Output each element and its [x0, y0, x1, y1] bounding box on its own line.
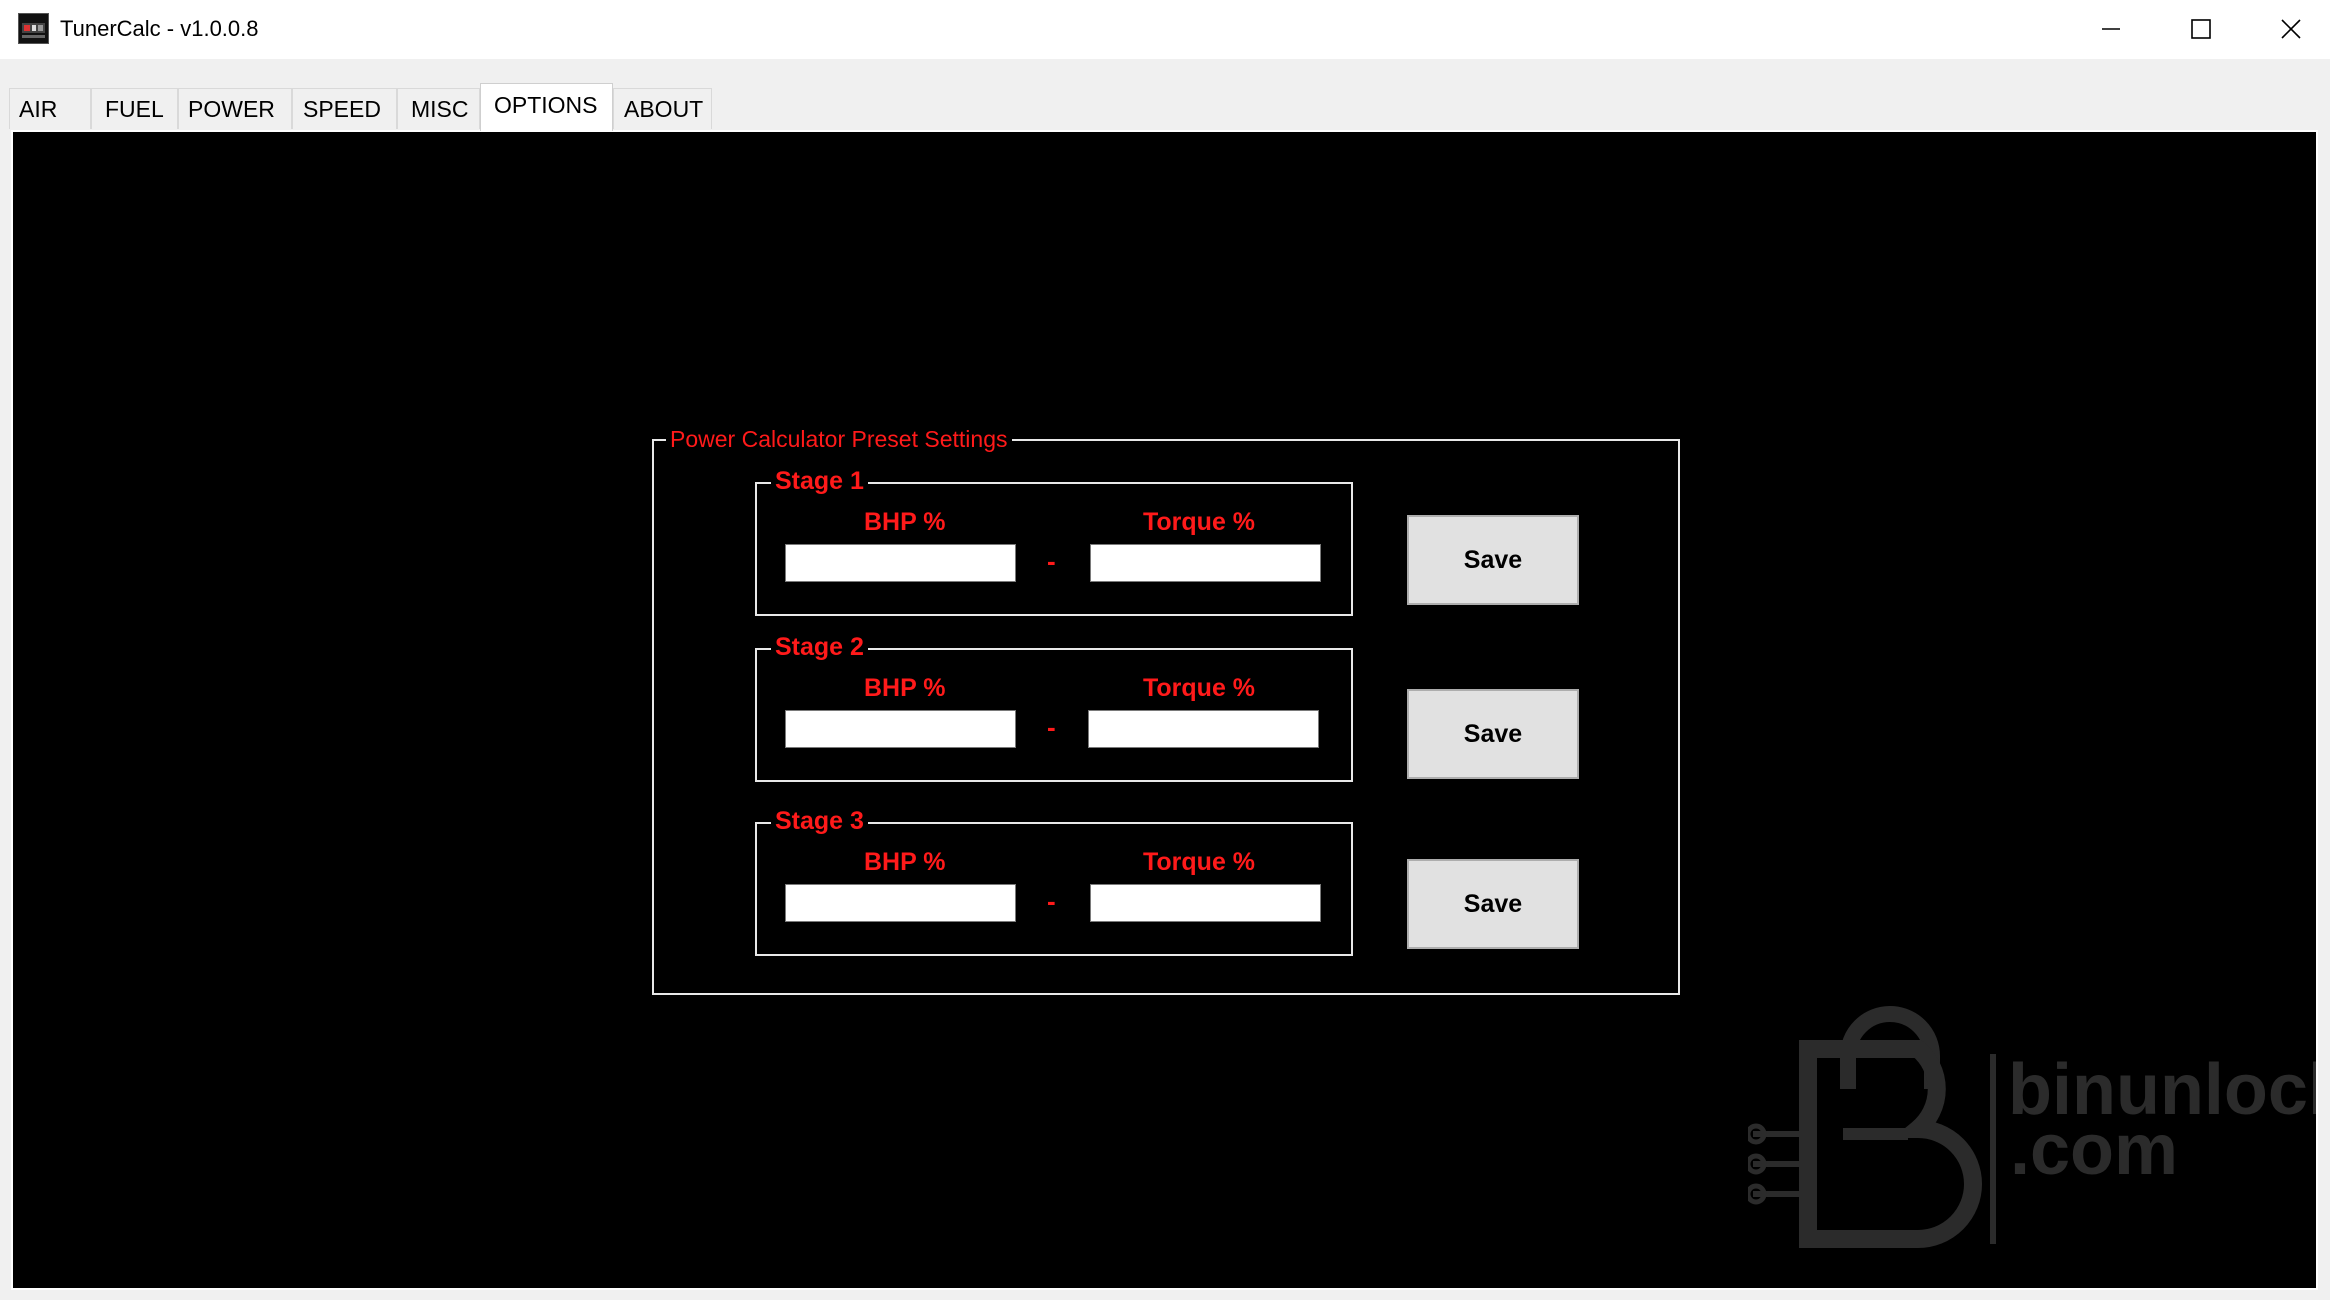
stage-title: Stage 3: [771, 806, 868, 836]
separator: -: [1047, 546, 1056, 576]
watermark-text-2: .com: [2010, 1110, 2179, 1190]
close-button[interactable]: [2246, 0, 2330, 57]
torque-label: Torque %: [1143, 508, 1256, 536]
binunlock-watermark: binunlock .com: [1748, 994, 2316, 1288]
separator: -: [1047, 886, 1056, 916]
stage-2-save-button[interactable]: Save: [1407, 689, 1579, 779]
stage-2-torque-input[interactable]: [1088, 710, 1319, 748]
separator: -: [1047, 712, 1056, 742]
stage-2-bhp-input[interactable]: [785, 710, 1016, 748]
stage-3-save-button[interactable]: Save: [1407, 859, 1579, 949]
tunercalc-window: TunerCalc - v1.0.0.8 AIR FUEL POWER SPEE…: [0, 0, 2330, 1300]
stage-3-group: Stage 3 BHP % Torque % -: [755, 806, 1353, 956]
bhp-label: BHP %: [864, 674, 946, 702]
stage-2-group: Stage 2 BHP % Torque % -: [755, 632, 1353, 782]
stage-title: Stage 1: [771, 466, 868, 496]
tab-speed[interactable]: SPEED: [292, 88, 397, 129]
bhp-label: BHP %: [864, 508, 946, 536]
app-logo-icon: [18, 13, 49, 44]
close-icon: [2281, 18, 2301, 39]
options-panel: Power Calculator Preset Settings Stage 1…: [11, 130, 2318, 1290]
lock-logo-icon: [1748, 1006, 1996, 1248]
power-preset-group-title: Power Calculator Preset Settings: [666, 425, 1012, 453]
maximize-icon: [2191, 18, 2211, 39]
title-bar[interactable]: TunerCalc - v1.0.0.8: [0, 0, 2330, 59]
stage-title: Stage 2: [771, 632, 868, 662]
stage-1-group: Stage 1 BHP % Torque % -: [755, 466, 1353, 616]
stage-3-torque-input[interactable]: [1090, 884, 1321, 922]
window-title: TunerCalc - v1.0.0.8: [60, 16, 259, 41]
tab-fuel[interactable]: FUEL: [91, 88, 178, 129]
tab-strip: AIR FUEL POWER SPEED MISC OPTIONS ABOUT: [0, 59, 2330, 131]
torque-label: Torque %: [1143, 674, 1256, 702]
stage-1-bhp-input[interactable]: [785, 544, 1016, 582]
tab-air[interactable]: AIR: [9, 88, 91, 129]
bhp-label: BHP %: [864, 848, 946, 876]
stage-1-torque-input[interactable]: [1090, 544, 1321, 582]
tab-options[interactable]: OPTIONS: [480, 83, 613, 131]
minimize-button[interactable]: [2066, 0, 2156, 57]
minimize-icon: [2102, 27, 2120, 30]
tab-power[interactable]: POWER: [178, 88, 292, 129]
stage-1-save-button[interactable]: Save: [1407, 515, 1579, 605]
maximize-button[interactable]: [2156, 0, 2246, 57]
stage-3-bhp-input[interactable]: [785, 884, 1016, 922]
tab-misc[interactable]: MISC: [397, 88, 480, 129]
torque-label: Torque %: [1143, 848, 1256, 876]
power-preset-group: Power Calculator Preset Settings Stage 1…: [652, 425, 1680, 995]
tab-about[interactable]: ABOUT: [613, 88, 712, 129]
